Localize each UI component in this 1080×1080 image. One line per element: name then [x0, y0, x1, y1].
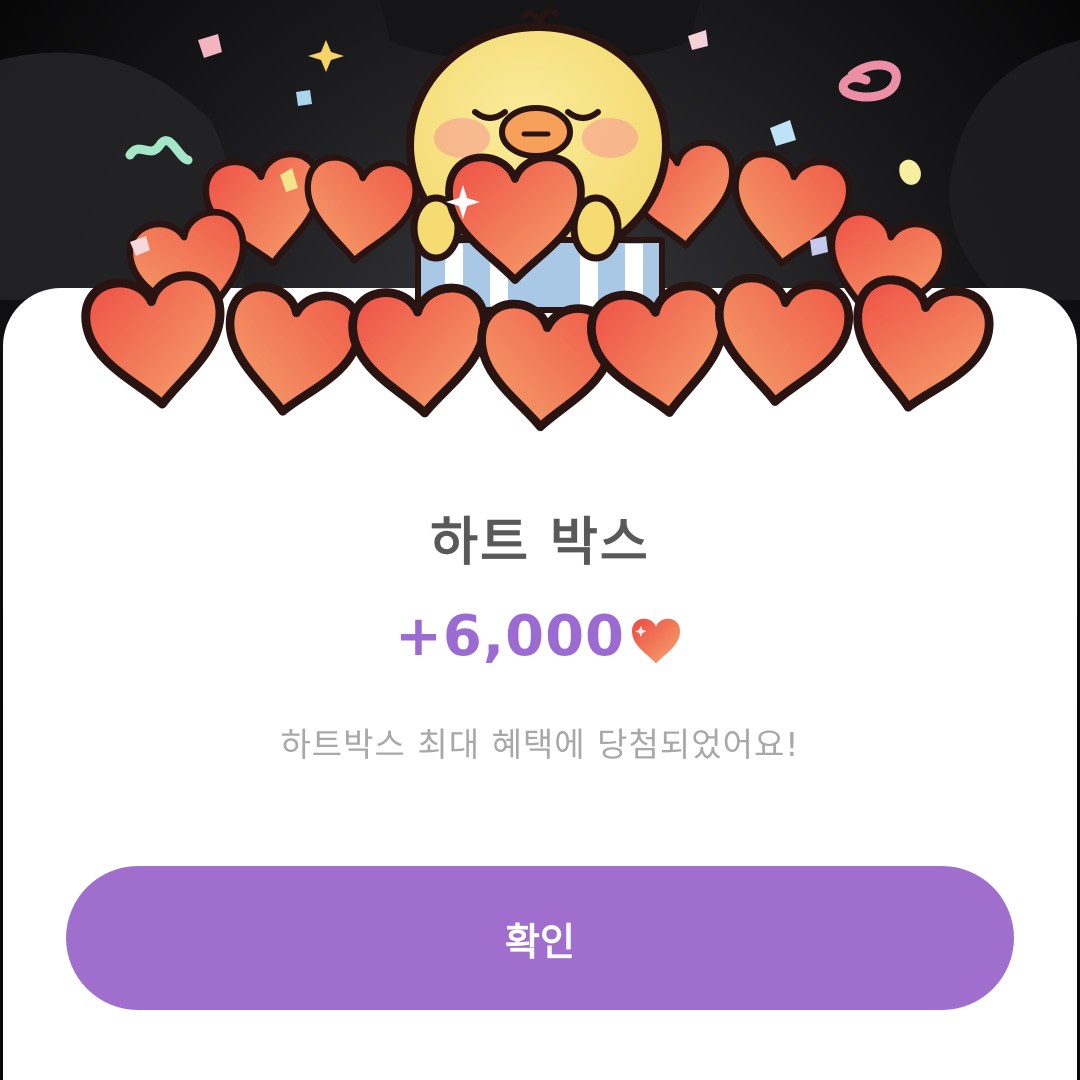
- heart-icon: [82, 273, 229, 411]
- dialog-title: 하트 박스: [430, 513, 650, 573]
- heart-icon: [300, 155, 418, 266]
- heart-icon: [219, 283, 364, 420]
- confirm-button[interactable]: 확인: [66, 866, 1014, 1010]
- heart-icon: [632, 618, 681, 663]
- heart-icon: [711, 275, 852, 409]
- reward-row: +6,000: [0, 604, 1080, 669]
- reward-amount: +6,000: [394, 604, 626, 669]
- heart-icon: [350, 286, 490, 418]
- heart-box-screen: 하트 박스 +6,000 하트박스 최대 혜택에 당첨되었어요! 확인: [0, 0, 1080, 1080]
- heart-box-illustration: [0, 7, 1080, 450]
- heart-icon: [843, 275, 994, 419]
- heart-icon: [587, 282, 735, 422]
- dialog-description: 하트박스 최대 혜택에 당첨되었어요!: [280, 725, 800, 764]
